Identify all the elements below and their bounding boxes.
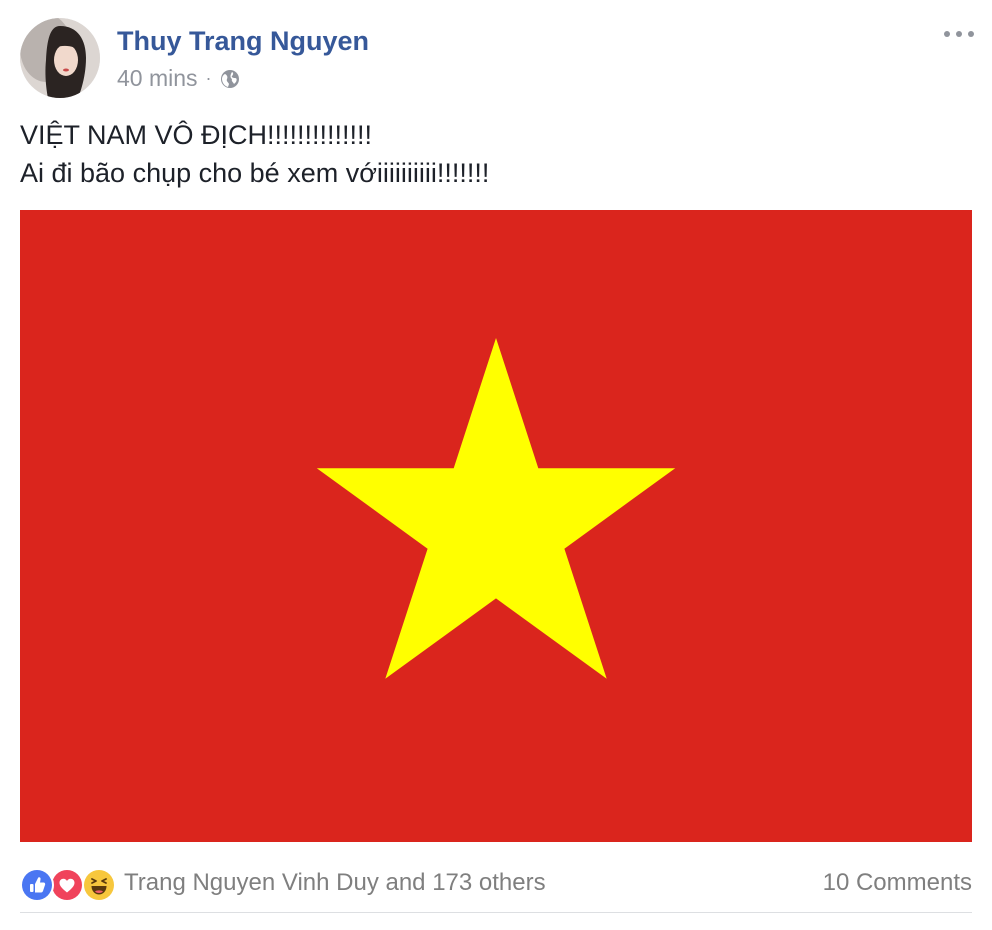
post-text-line-2: Ai đi bão chụp cho bé xem vớiiiiiiiiii!!… [20, 158, 490, 188]
post-timestamp[interactable]: 40 mins [117, 65, 198, 92]
reaction-icons[interactable] [20, 866, 118, 902]
more-options-icon[interactable] [944, 26, 974, 42]
avatar-photo [20, 18, 100, 98]
facebook-post: Thuy Trang Nguyen 40 mins · VIỆT NAM VÔ … [0, 0, 992, 930]
footer-divider [20, 912, 972, 913]
love-icon [50, 868, 84, 902]
post-photo[interactable] [20, 210, 972, 842]
post-text-line-1: VIỆT NAM VÔ ĐỊCH!!!!!!!!!!!!!! [20, 120, 373, 150]
haha-icon [82, 868, 116, 902]
globe-icon[interactable] [220, 68, 240, 88]
reactions-text[interactable]: Trang Nguyen Vinh Duy and 173 others [124, 869, 546, 897]
menu-dot [944, 31, 950, 37]
author-avatar[interactable] [20, 18, 100, 98]
vietnam-flag-image [20, 210, 972, 842]
post-text: VIỆT NAM VÔ ĐỊCH!!!!!!!!!!!!!! Ai đi bão… [20, 116, 970, 192]
reactions-summary: Trang Nguyen Vinh Duy and 173 others [20, 864, 546, 902]
post-meta: 40 mins · [117, 63, 240, 93]
meta-separator: · [205, 67, 212, 88]
author-name[interactable]: Thuy Trang Nguyen [117, 24, 369, 58]
menu-dot [968, 31, 974, 37]
menu-dot [956, 31, 962, 37]
like-icon [20, 868, 54, 902]
comments-count-link[interactable]: 10 Comments [823, 864, 972, 902]
